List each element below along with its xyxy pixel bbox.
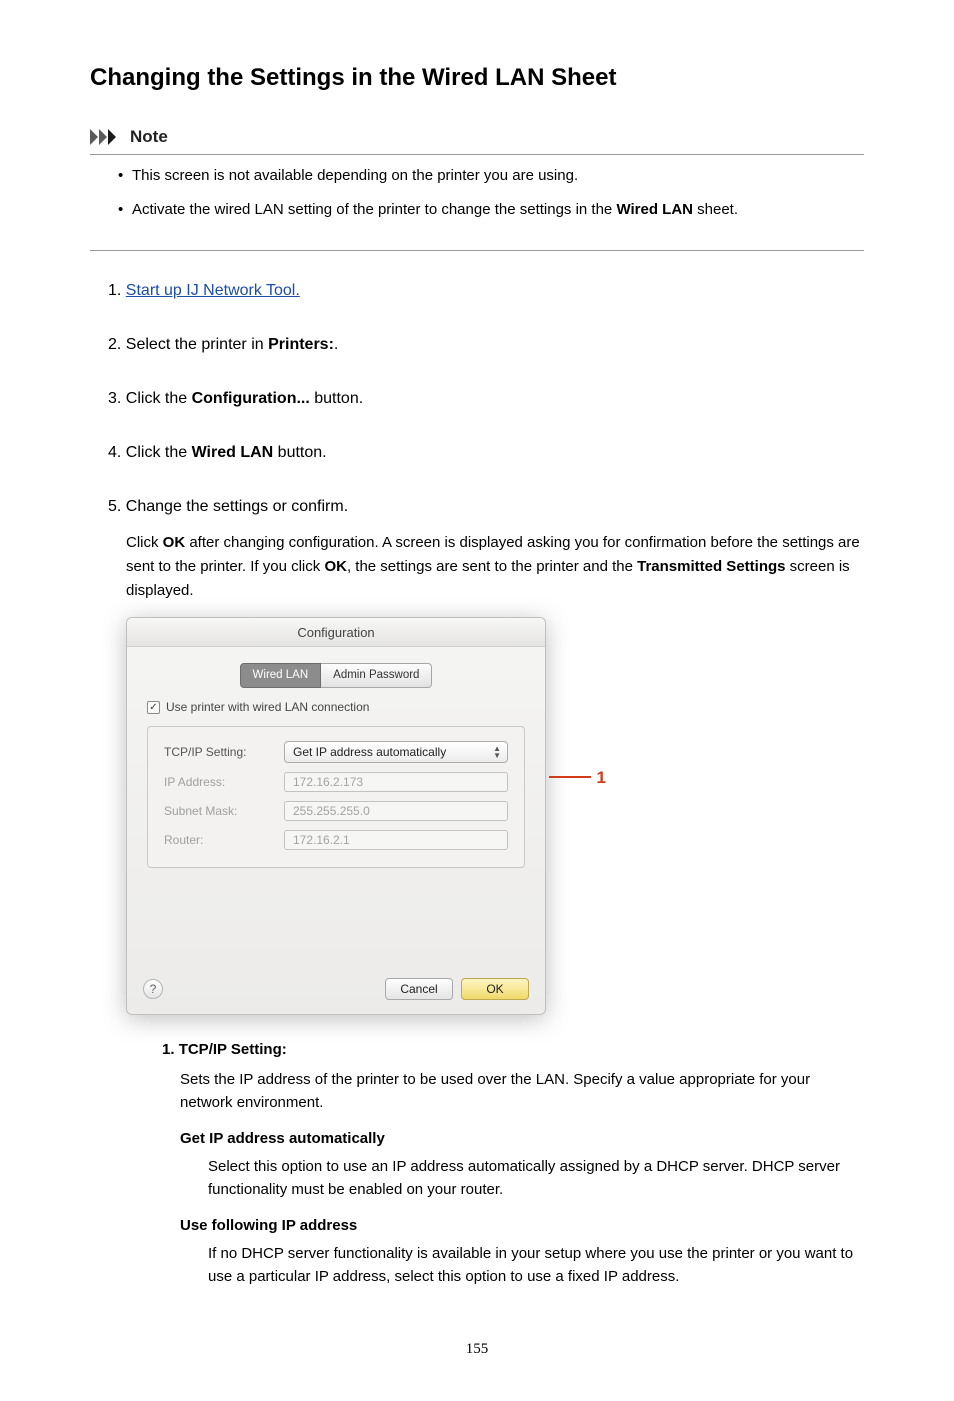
tab-admin-password[interactable]: Admin Password [321,663,432,688]
desc-text: Click [126,534,163,551]
ip-address-label: IP Address: [164,773,284,791]
step-text: . [334,336,338,353]
bold-text: Wired LAN [192,444,274,461]
router-field: 172.16.2.1 [284,830,508,850]
bold-text: Configuration... [192,390,310,407]
start-ij-link[interactable]: Start up IJ Network Tool. [126,282,300,299]
desc-text: , the settings are sent to the printer a… [347,558,637,575]
step-text: button. [273,444,326,461]
note-item: Activate the wired LAN setting of the pr… [118,199,860,222]
tab-wired-lan[interactable]: Wired LAN [240,663,322,688]
use-printer-checkbox[interactable]: ✓ [147,701,160,714]
dialog-screenshot: Configuration Wired LAN Admin Password ✓… [126,617,606,1016]
step-5-description: Click OK after changing configuration. A… [126,531,864,603]
tcpip-setting-select[interactable]: Get IP address automatically ▲▼ [284,741,508,763]
step-2: Select the printer in Printers:. [108,333,864,357]
note-label: Note [130,124,168,150]
cancel-button[interactable]: Cancel [385,978,453,1000]
router-label: Router: [164,831,284,849]
bold-text: Printers: [268,336,334,353]
ok-button[interactable]: OK [461,978,529,1000]
step-5: Change the settings or confirm. Click OK… [108,495,864,1289]
select-value: Get IP address automatically [293,743,446,761]
bold-text: OK [324,558,347,575]
steps-list: Start up IJ Network Tool. Select the pri… [90,279,864,1289]
callout-1: 1 [549,765,606,791]
page-title: Changing the Settings in the Wired LAN S… [90,60,864,96]
sub-item-1: TCP/IP Setting: Sets the IP address of t… [162,1039,864,1288]
subnet-mask-field: 255.255.255.0 [284,801,508,821]
configuration-dialog: Configuration Wired LAN Admin Password ✓… [126,617,546,1016]
option-description: Select this option to use an IP address … [208,1155,864,1202]
step-4: Click the Wired LAN button. [108,441,864,465]
bold-text: Wired LAN [616,201,693,218]
step-text: Click the [126,444,192,461]
note-header: Note [90,124,864,155]
checkbox-label: Use printer with wired LAN connection [166,698,369,716]
use-printer-checkbox-row: ✓ Use printer with wired LAN connection [147,698,525,716]
dialog-title: Configuration [127,618,545,648]
sub-list: TCP/IP Setting: Sets the IP address of t… [162,1039,864,1288]
sub-title: TCP/IP Setting: [162,1041,287,1058]
dialog-footer: ? Cancel OK [127,970,545,1014]
option-title: Use following IP address [180,1215,864,1238]
subnet-mask-label: Subnet Mask: [164,802,284,820]
ip-address-field: 172.16.2.173 [284,772,508,792]
callout-line [549,776,591,778]
tcpip-setting-label: TCP/IP Setting: [164,743,284,761]
option-description: If no DHCP server functionality is avail… [208,1242,864,1289]
step-text: Click the [126,390,192,407]
step-1: Start up IJ Network Tool. [108,279,864,303]
callout-number: 1 [597,765,606,791]
select-arrows-icon: ▲▼ [493,745,501,759]
option-title: Get IP address automatically [180,1128,864,1151]
note-list: This screen is not available depending o… [90,165,864,251]
bold-text: Transmitted Settings [637,558,785,575]
bold-text: OK [163,534,186,551]
step-3: Click the Configuration... button. [108,387,864,411]
step-text: button. [310,390,363,407]
step-text: Select the printer in [126,336,268,353]
note-text: Activate the wired LAN setting of the pr… [132,201,616,218]
step-text: Change the settings or confirm. [126,498,348,515]
sub-description: Sets the IP address of the printer to be… [180,1068,864,1115]
chevrons-icon [90,129,124,145]
note-text: sheet. [693,201,738,218]
tcpip-panel: TCP/IP Setting: Get IP address automatic… [147,726,525,868]
note-item: This screen is not available depending o… [118,165,860,188]
help-button[interactable]: ? [143,979,163,999]
dialog-tabs: Wired LAN Admin Password [147,663,525,688]
